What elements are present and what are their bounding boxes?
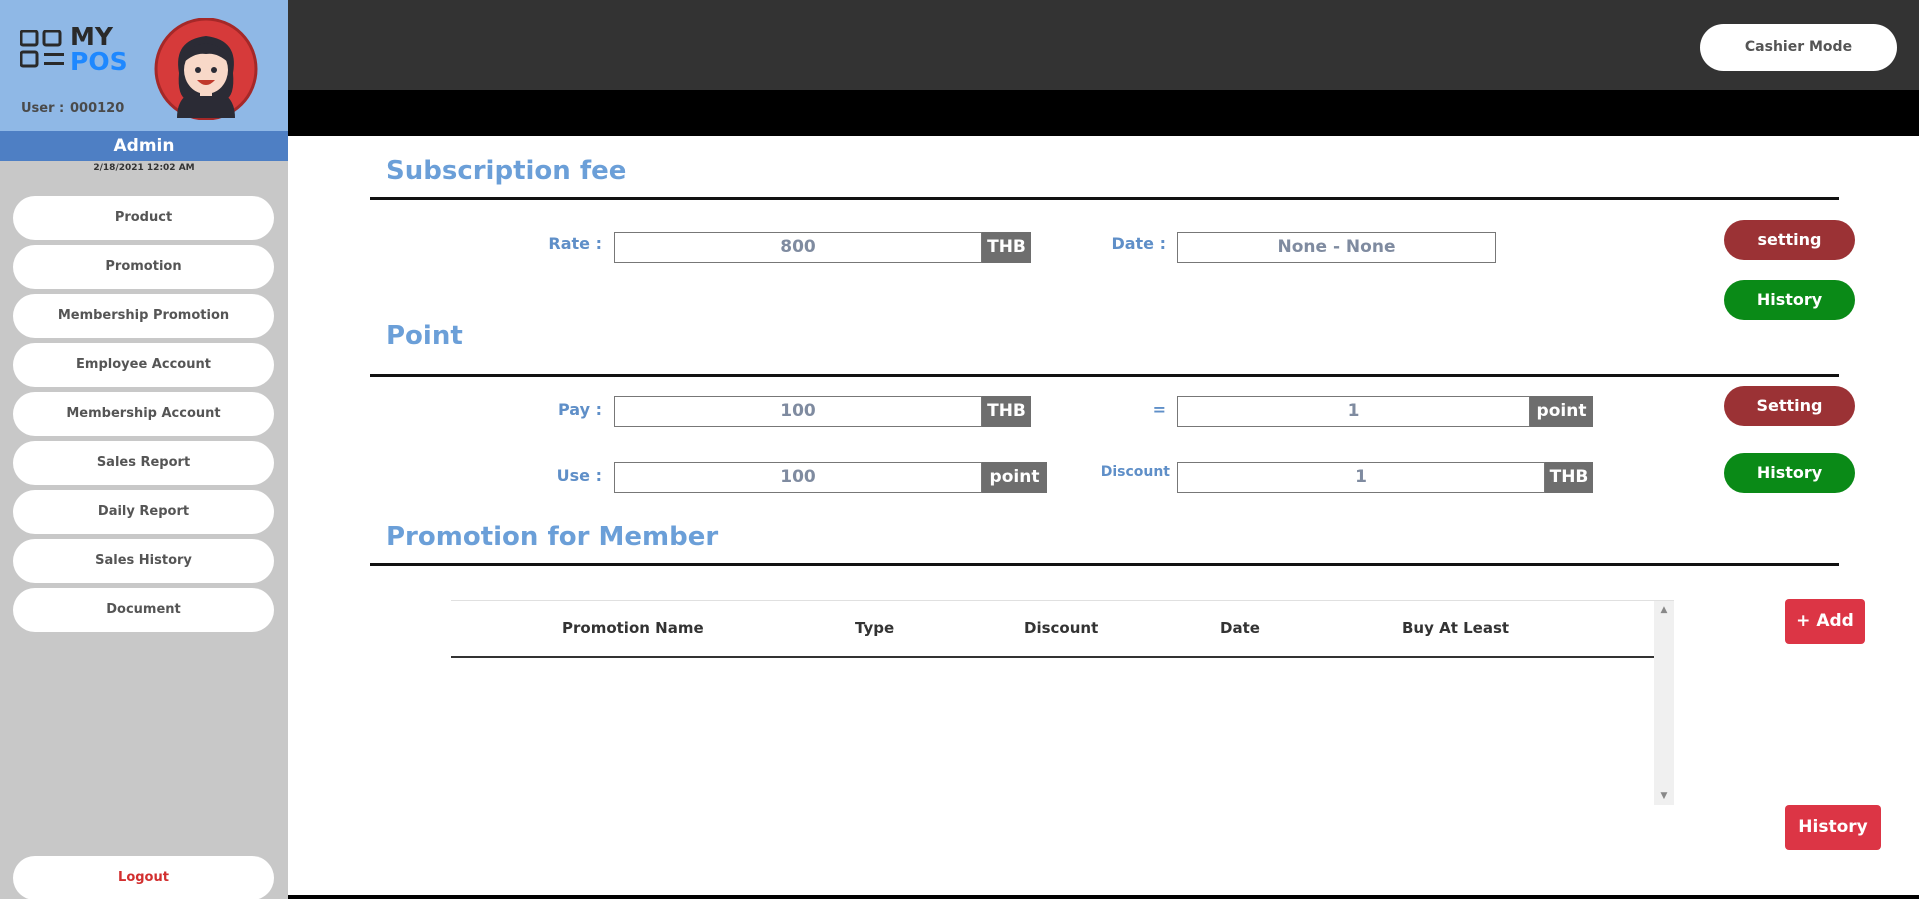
logout-button[interactable]: Logout [13, 856, 274, 899]
subscription-section-title: Subscription fee [386, 156, 627, 186]
role-bar: Admin [0, 131, 288, 161]
promotion-member-divider [370, 563, 1839, 566]
nav-employee-account-button[interactable]: Employee Account [13, 343, 274, 387]
brand-area: MY POS User : 000120 [0, 0, 288, 131]
use-points-unit-tag: point [982, 462, 1047, 493]
table-scrollbar[interactable]: ▲ ▼ [1654, 601, 1674, 805]
column-header-buy-at-least[interactable]: Buy At Least [1402, 619, 1509, 637]
nav-sales-history-button[interactable]: Sales History [13, 539, 274, 583]
column-header-discount[interactable]: Discount [1024, 619, 1098, 637]
promotion-history-button[interactable]: History [1785, 805, 1881, 850]
point-divider [370, 374, 1839, 377]
logo-text-pos: POS [70, 47, 128, 76]
user-avatar [154, 18, 258, 120]
cashier-mode-button[interactable]: Cashier Mode [1700, 24, 1897, 71]
add-promotion-button[interactable]: + Add [1785, 599, 1865, 644]
sidebar: MY POS User : 000120 Admin 2/18/2021 12:… [0, 0, 288, 899]
table-header: Promotion Name Type Discount Date Buy At… [451, 601, 1654, 658]
user-label: User : [21, 101, 65, 116]
current-datetime: 2/18/2021 12:02 AM [93, 163, 195, 173]
equals-label: = [1152, 400, 1166, 419]
date-range-input[interactable]: None - None [1177, 232, 1496, 263]
nav-promotion-button[interactable]: Promotion [13, 245, 274, 289]
rate-input[interactable]: 800 [614, 232, 982, 263]
qr-logo-icon [20, 30, 64, 68]
points-earned-input[interactable]: 1 [1177, 396, 1530, 427]
bottom-border [288, 895, 1919, 899]
pay-unit-tag: THB [982, 396, 1031, 427]
column-header-date[interactable]: Date [1220, 619, 1260, 637]
use-label: Use : [556, 466, 602, 485]
promotion-member-section-title: Promotion for Member [386, 522, 719, 552]
pay-input[interactable]: 100 [614, 396, 982, 427]
logo-text-my: MY [70, 22, 113, 51]
subscription-history-button[interactable]: History [1724, 280, 1855, 320]
nav-membership-promotion-button[interactable]: Membership Promotion [13, 294, 274, 338]
point-setting-button[interactable]: Setting [1724, 386, 1855, 426]
scroll-down-icon[interactable]: ▼ [1654, 791, 1674, 801]
subscription-divider [370, 197, 1839, 200]
points-earned-unit-tag: point [1530, 396, 1593, 427]
use-points-input[interactable]: 100 [614, 462, 982, 493]
app-root: MY POS User : 000120 Admin 2/18/2021 12:… [0, 0, 1919, 899]
pay-label: Pay : [558, 400, 602, 419]
nav-product-button[interactable]: Product [13, 196, 274, 240]
user-id: 000120 [70, 101, 125, 116]
header-strip [288, 90, 1919, 136]
discount-unit-tag: THB [1545, 462, 1593, 493]
nav-membership-account-button[interactable]: Membership Account [13, 392, 274, 436]
discount-input[interactable]: 1 [1177, 462, 1545, 493]
nav-daily-report-button[interactable]: Daily Report [13, 490, 274, 534]
top-bar [288, 0, 1919, 90]
point-section-title: Point [386, 321, 463, 351]
subscription-setting-button[interactable]: setting [1724, 220, 1855, 260]
rate-label: Rate : [548, 234, 602, 253]
point-history-button[interactable]: History [1724, 453, 1855, 493]
column-header-promotion-name[interactable]: Promotion Name [562, 619, 704, 637]
nav-sales-report-button[interactable]: Sales Report [13, 441, 274, 485]
scroll-up-icon[interactable]: ▲ [1654, 605, 1674, 615]
rate-unit-tag: THB [982, 232, 1031, 263]
nav-document-button[interactable]: Document [13, 588, 274, 632]
discount-label: Discount [1100, 464, 1170, 480]
promotion-member-table: Promotion Name Type Discount Date Buy At… [451, 600, 1674, 805]
date-label: Date : [1111, 234, 1166, 253]
column-header-type[interactable]: Type [855, 619, 894, 637]
